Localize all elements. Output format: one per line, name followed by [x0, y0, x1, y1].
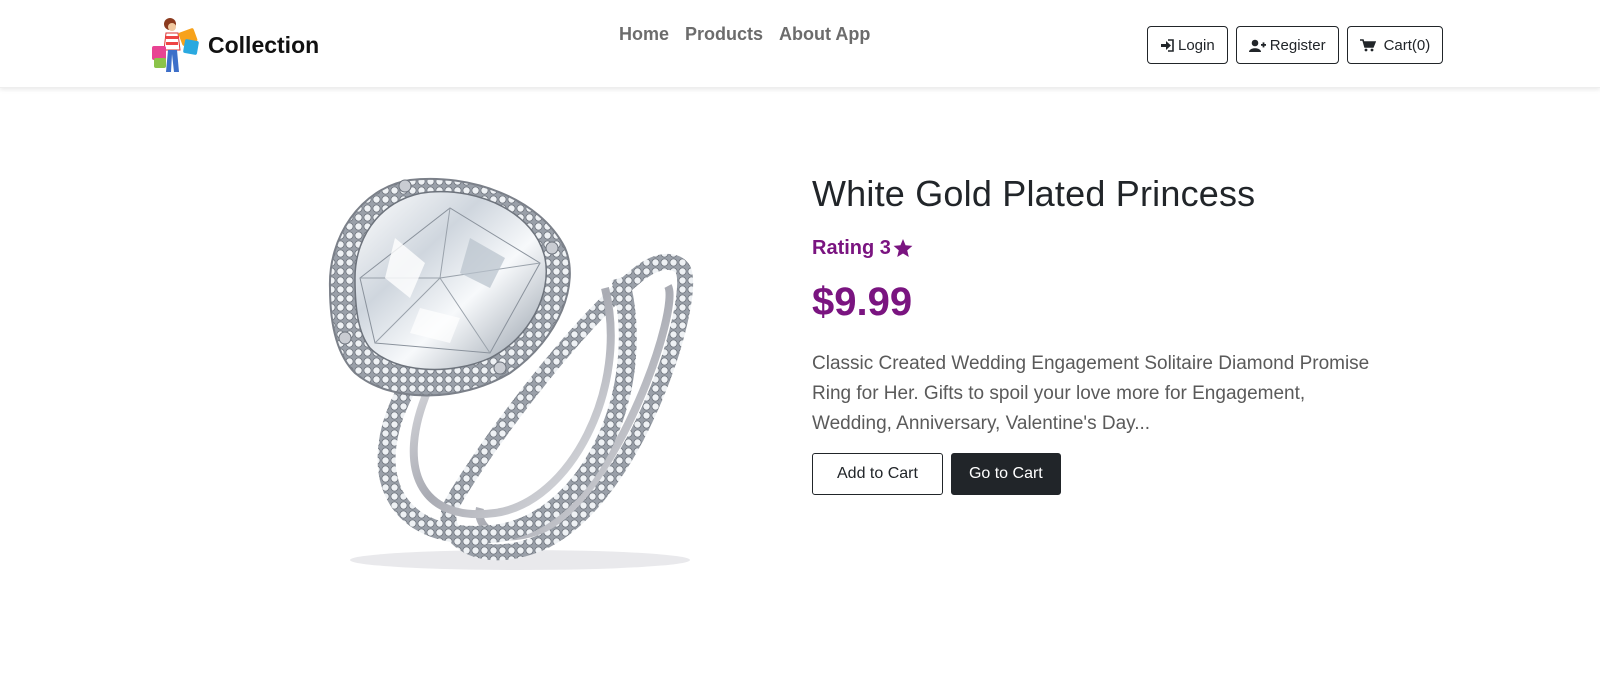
product-description: Classic Created Wedding Engagement Solit… — [812, 353, 1370, 435]
product-image — [300, 168, 710, 574]
product-actions: Add to Cart Go to Cart — [812, 453, 1372, 496]
add-to-cart-button[interactable]: Add to Cart — [812, 453, 943, 496]
diamond-ring-image — [328, 177, 694, 570]
cart-label: Cart(0) — [1383, 36, 1431, 54]
register-button[interactable]: Register — [1235, 26, 1339, 64]
nav-link-home[interactable]: Home — [619, 24, 669, 45]
brand[interactable]: Collection — [150, 16, 319, 74]
main-nav: Home Products About App — [619, 24, 870, 45]
brand-name: Collection — [208, 31, 320, 58]
cart-button[interactable]: Cart(0) — [1346, 26, 1444, 64]
product-info: White Gold Plated Princess Rating 3 $9.9… — [812, 172, 1372, 496]
nav-link-products[interactable]: Products — [685, 24, 763, 45]
product-title: White Gold Plated Princess — [812, 173, 1256, 214]
star-icon — [893, 239, 913, 258]
user-plus-icon — [1248, 39, 1266, 52]
nav-link-about-app[interactable]: About App — [779, 24, 870, 45]
navbar: Collection Home Products About App Login… — [0, 0, 1600, 88]
shopping-girl-icon — [152, 18, 199, 72]
go-to-cart-button[interactable]: Go to Cart — [950, 453, 1061, 496]
product-rating: Rating 3 — [812, 237, 1372, 260]
nav-buttons: Login Register Cart(0) — [1147, 26, 1444, 64]
product-price: $9.99 — [812, 280, 913, 325]
login-button[interactable]: Login — [1147, 26, 1228, 64]
shopping-cart-icon — [1359, 38, 1376, 51]
login-label: Login — [1178, 36, 1215, 54]
rating-label: Rating 3 — [812, 237, 891, 260]
sign-in-icon — [1161, 38, 1174, 52]
register-label: Register — [1269, 36, 1326, 54]
